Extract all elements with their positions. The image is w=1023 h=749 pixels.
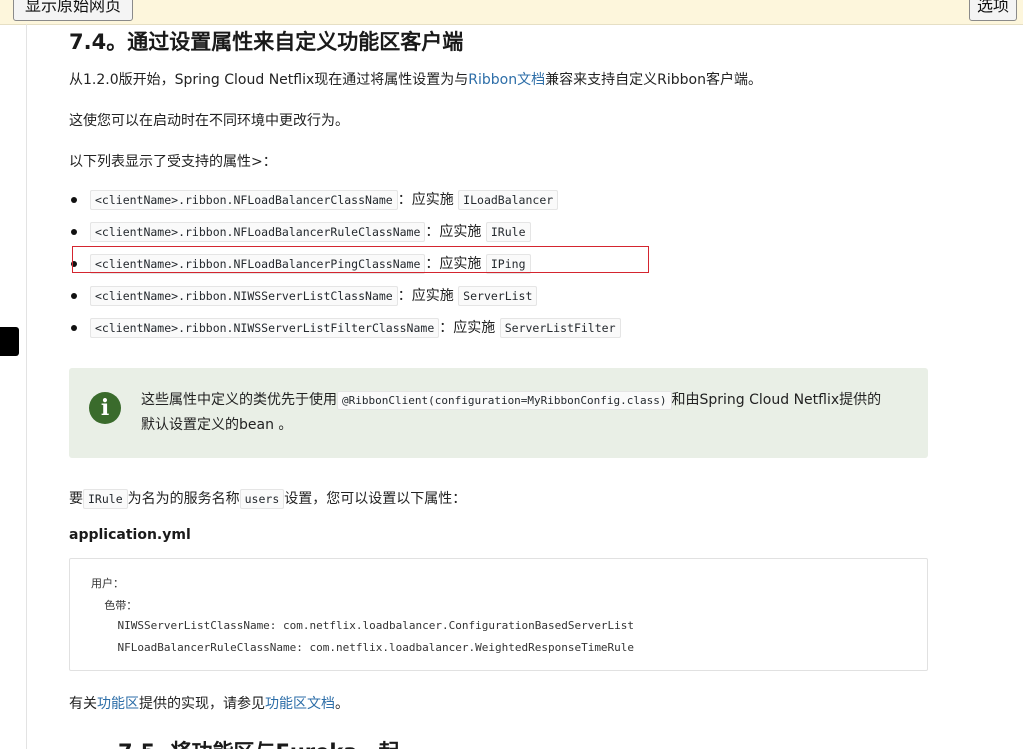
ribbon-docs-link[interactable]: Ribbon文档 bbox=[468, 72, 545, 88]
property-sep: ：应实施 bbox=[425, 224, 482, 240]
footer-middle: 提供的实现，请参见 bbox=[139, 696, 265, 712]
behavior-paragraph: 这使您可以在启动时在不同环境中更改行为。 bbox=[69, 113, 349, 129]
bullet-icon bbox=[71, 325, 77, 331]
property-impl: IPing bbox=[485, 254, 531, 274]
property-impl: ServerList bbox=[458, 286, 538, 306]
example-middle: 为名为的服务名称 bbox=[127, 491, 240, 507]
list-item: <clientName>.ribbon.NFLoadBalancerRuleCl… bbox=[69, 216, 621, 248]
code-line: NFLoadBalancerRuleClassName: com.netflix… bbox=[91, 641, 635, 654]
irule-code: IRule bbox=[83, 489, 128, 509]
ribbon-docs-link-footer[interactable]: 功能区文档 bbox=[265, 696, 335, 712]
intro-prefix: 从1.2.0版开始，Spring Cloud Netflix现在通过将属性设置为… bbox=[69, 72, 469, 88]
property-sep: ：应实施 bbox=[397, 192, 454, 208]
next-section-title: 7.5. 将功能区与Eureka一起使用 bbox=[118, 740, 398, 749]
property-key: <clientName>.ribbon.NIWSServerListFilter… bbox=[90, 318, 440, 338]
list-item: <clientName>.ribbon.NFLoadBalancerPingCl… bbox=[69, 248, 621, 280]
note-line2: 默认设置定义的bean 。 bbox=[141, 417, 293, 433]
intro-suffix: 兼容来支持自定义Ribbon客户端。 bbox=[545, 72, 762, 88]
property-key: <clientName>.ribbon.NFLoadBalancerClassN… bbox=[90, 190, 398, 210]
intro-paragraph: 从1.2.0版开始，Spring Cloud Netflix现在通过将属性设置为… bbox=[69, 69, 762, 89]
bullet-icon bbox=[71, 293, 77, 299]
property-key: <clientName>.ribbon.NFLoadBalancerPingCl… bbox=[90, 254, 426, 274]
property-sep: ：应实施 bbox=[425, 256, 482, 272]
property-key: <clientName>.ribbon.NIWSServerListClassN… bbox=[90, 286, 398, 306]
example-paragraph: 要 IRule 为名为的服务名称 users 设置，您可以设置以下属性： bbox=[69, 488, 467, 509]
section-title: 7.4。通过设置属性来自定义功能区客户端 bbox=[69, 30, 464, 54]
list-item: <clientName>.ribbon.NIWSServerListFilter… bbox=[69, 312, 621, 344]
properties-list: <clientName>.ribbon.NFLoadBalancerClassN… bbox=[69, 184, 621, 344]
footer-paragraph: 有关功能区提供的实现，请参见功能区文档。 bbox=[69, 693, 349, 713]
property-sep: ：应实施 bbox=[439, 320, 496, 336]
sidebar-toggle-tab[interactable] bbox=[0, 327, 19, 356]
footer-prefix: 有关 bbox=[69, 696, 97, 712]
note-admonition: i 这些属性中定义的类优先于使用 @RibbonClient(configurat… bbox=[69, 368, 928, 458]
property-impl: ILoadBalancer bbox=[458, 190, 559, 210]
users-code: users bbox=[239, 489, 285, 509]
left-rail-divider bbox=[26, 24, 27, 749]
example-prefix: 要 bbox=[69, 491, 83, 507]
code-line: NIWSServerListClassName: com.netflix.loa… bbox=[91, 619, 635, 632]
next-section-title-partial: 7.5. 将功能区与Eureka一起使用 bbox=[118, 740, 398, 749]
bullet-icon bbox=[71, 261, 77, 267]
list-item: <clientName>.ribbon.NIWSServerListClassN… bbox=[69, 280, 621, 312]
note-suffix: 和由Spring Cloud Netflix提供的 bbox=[671, 392, 882, 408]
translate-bar: 显示原始网页 选项 bbox=[0, 0, 1023, 25]
yml-filename-label: application.yml bbox=[69, 527, 191, 543]
note-text: 这些属性中定义的类优先于使用 @RibbonClient(configuratio… bbox=[141, 388, 911, 438]
code-line: 用户： bbox=[91, 577, 124, 590]
footer-suffix: 。 bbox=[335, 696, 349, 712]
property-sep: ：应实施 bbox=[397, 288, 454, 304]
code-line: 色带： bbox=[91, 599, 138, 612]
yml-code-block: 用户： 色带： NIWSServerListClassName: com.net… bbox=[69, 558, 928, 671]
example-suffix: 设置，您可以设置以下属性： bbox=[284, 491, 467, 507]
ribbon-link[interactable]: 功能区 bbox=[97, 696, 139, 712]
info-icon: i bbox=[89, 392, 121, 424]
property-impl: ServerListFilter bbox=[499, 318, 621, 338]
property-impl: IRule bbox=[485, 222, 531, 242]
show-original-button[interactable]: 显示原始网页 bbox=[13, 0, 133, 21]
list-item: <clientName>.ribbon.NFLoadBalancerClassN… bbox=[69, 184, 621, 216]
bullet-icon bbox=[71, 229, 77, 235]
options-button[interactable]: 选项 bbox=[969, 0, 1017, 21]
list-intro-paragraph: 以下列表显示了受支持的属性>： bbox=[69, 154, 277, 170]
bullet-icon bbox=[71, 197, 77, 203]
note-prefix: 这些属性中定义的类优先于使用 bbox=[141, 392, 337, 408]
ribbon-client-code: @RibbonClient(configuration=MyRibbonConf… bbox=[337, 391, 672, 410]
property-key: <clientName>.ribbon.NFLoadBalancerRuleCl… bbox=[90, 222, 426, 242]
